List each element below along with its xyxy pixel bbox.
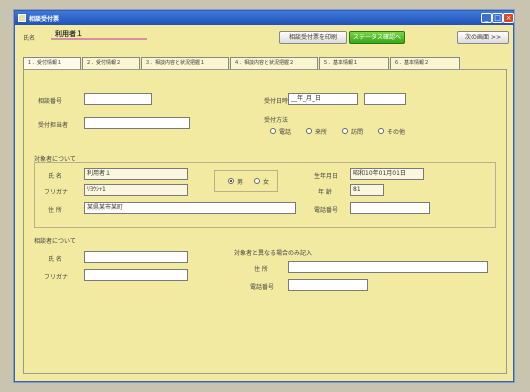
tab-basic-info-2[interactable]: ６．基本情報２	[390, 57, 460, 69]
reception-time-input[interactable]	[364, 93, 406, 105]
reception-date-label: 受付日時	[264, 98, 289, 105]
method-visit-label: 来所	[315, 129, 328, 136]
app-icon	[18, 14, 26, 22]
status-check-button[interactable]: ステータス確認へ	[349, 31, 405, 44]
tab-consultation-1[interactable]: ３．相談内容と状況把握１	[141, 57, 229, 69]
method-home-visit-label: 訪問	[351, 129, 364, 136]
other-address-section-label: 対象者と異なる場合のみ記入	[234, 250, 313, 257]
method-visit-radio[interactable]	[306, 128, 312, 134]
subject-kana-label: フリガナ	[44, 189, 69, 196]
minimize-icon[interactable]: _	[481, 13, 492, 23]
consultant-kana-input[interactable]	[84, 269, 188, 281]
reception-person-label: 受付担当者	[38, 122, 69, 129]
subject-kana-input[interactable]: ﾘﾖｳｼｬ1	[84, 184, 188, 196]
consultant-name-input[interactable]	[84, 251, 188, 263]
subject-address-input[interactable]: 某県某市某町	[84, 202, 296, 214]
method-other-label: その他	[387, 129, 406, 136]
age-label: 年 齢	[318, 189, 332, 196]
consultant-phone-input[interactable]	[288, 279, 368, 291]
method-phone-label: 電話	[279, 129, 292, 136]
method-other-radio[interactable]	[378, 128, 384, 134]
consultant-address-input[interactable]	[288, 261, 488, 273]
reception-date-input[interactable]: __年_月_日	[288, 93, 358, 105]
subject-phone-input[interactable]	[350, 202, 430, 214]
next-screen-button[interactable]: 次の画面 >>	[457, 31, 509, 44]
window-title: 相談受付票	[29, 16, 60, 23]
maximize-icon[interactable]: □	[492, 13, 503, 23]
consultant-kana-label: フリガナ	[44, 274, 69, 281]
reception-no-input[interactable]	[84, 93, 152, 105]
method-home-visit-radio[interactable]	[342, 128, 348, 134]
subject-name-label: 氏 名	[48, 173, 62, 180]
gender-male-label: 男	[237, 179, 244, 186]
tab-basic-info-1[interactable]: ５．基本情報１	[319, 57, 389, 69]
client-name-display: 利用者１	[51, 29, 147, 40]
gender-female-label: 女	[263, 179, 270, 186]
subject-name-input[interactable]: 利用者１	[84, 168, 188, 180]
consultation-window: 相談受付票 _ □ × 氏名 利用者１ 相談受付票を印刷 ステータス確認へ 次の…	[14, 10, 514, 382]
name-label: 氏名	[23, 35, 36, 42]
tab-consultation-2[interactable]: ４．相談内容と状況把握２	[230, 57, 318, 69]
tab-bar: １．受付情報１ ２．受付情報２ ３．相談内容と状況把握１ ４．相談内容と状況把握…	[23, 57, 507, 70]
tab-reception-2[interactable]: ２．受付情報２	[82, 57, 140, 69]
reception-method-label: 受付方法	[264, 117, 289, 124]
birth-input[interactable]: 昭和10年01月01日	[350, 168, 424, 180]
birth-label: 生年月日	[314, 173, 339, 180]
form-panel: 相談番号 受付担当者 受付日時 __年_月_日 受付方法 電話 来所 訪問 その…	[23, 69, 507, 374]
title-bar: 相談受付票 _ □ ×	[15, 11, 514, 25]
age-input[interactable]: 81	[350, 184, 384, 196]
reception-no-label: 相談番号	[38, 98, 63, 105]
gender-male-radio[interactable]	[228, 178, 234, 184]
subject-address-label: 住 所	[48, 207, 62, 214]
consultant-address-label: 住 所	[254, 266, 268, 273]
method-phone-radio[interactable]	[270, 128, 276, 134]
consultant-section-label: 相談者について	[34, 238, 76, 245]
subject-phone-label: 電話番号	[314, 207, 339, 214]
close-icon[interactable]: ×	[503, 13, 514, 23]
reception-person-input[interactable]	[84, 117, 190, 129]
gender-female-radio[interactable]	[254, 178, 260, 184]
print-form-button[interactable]: 相談受付票を印刷	[279, 31, 347, 44]
consultant-name-label: 氏 名	[48, 256, 62, 263]
consultant-phone-label: 電話番号	[250, 284, 275, 291]
